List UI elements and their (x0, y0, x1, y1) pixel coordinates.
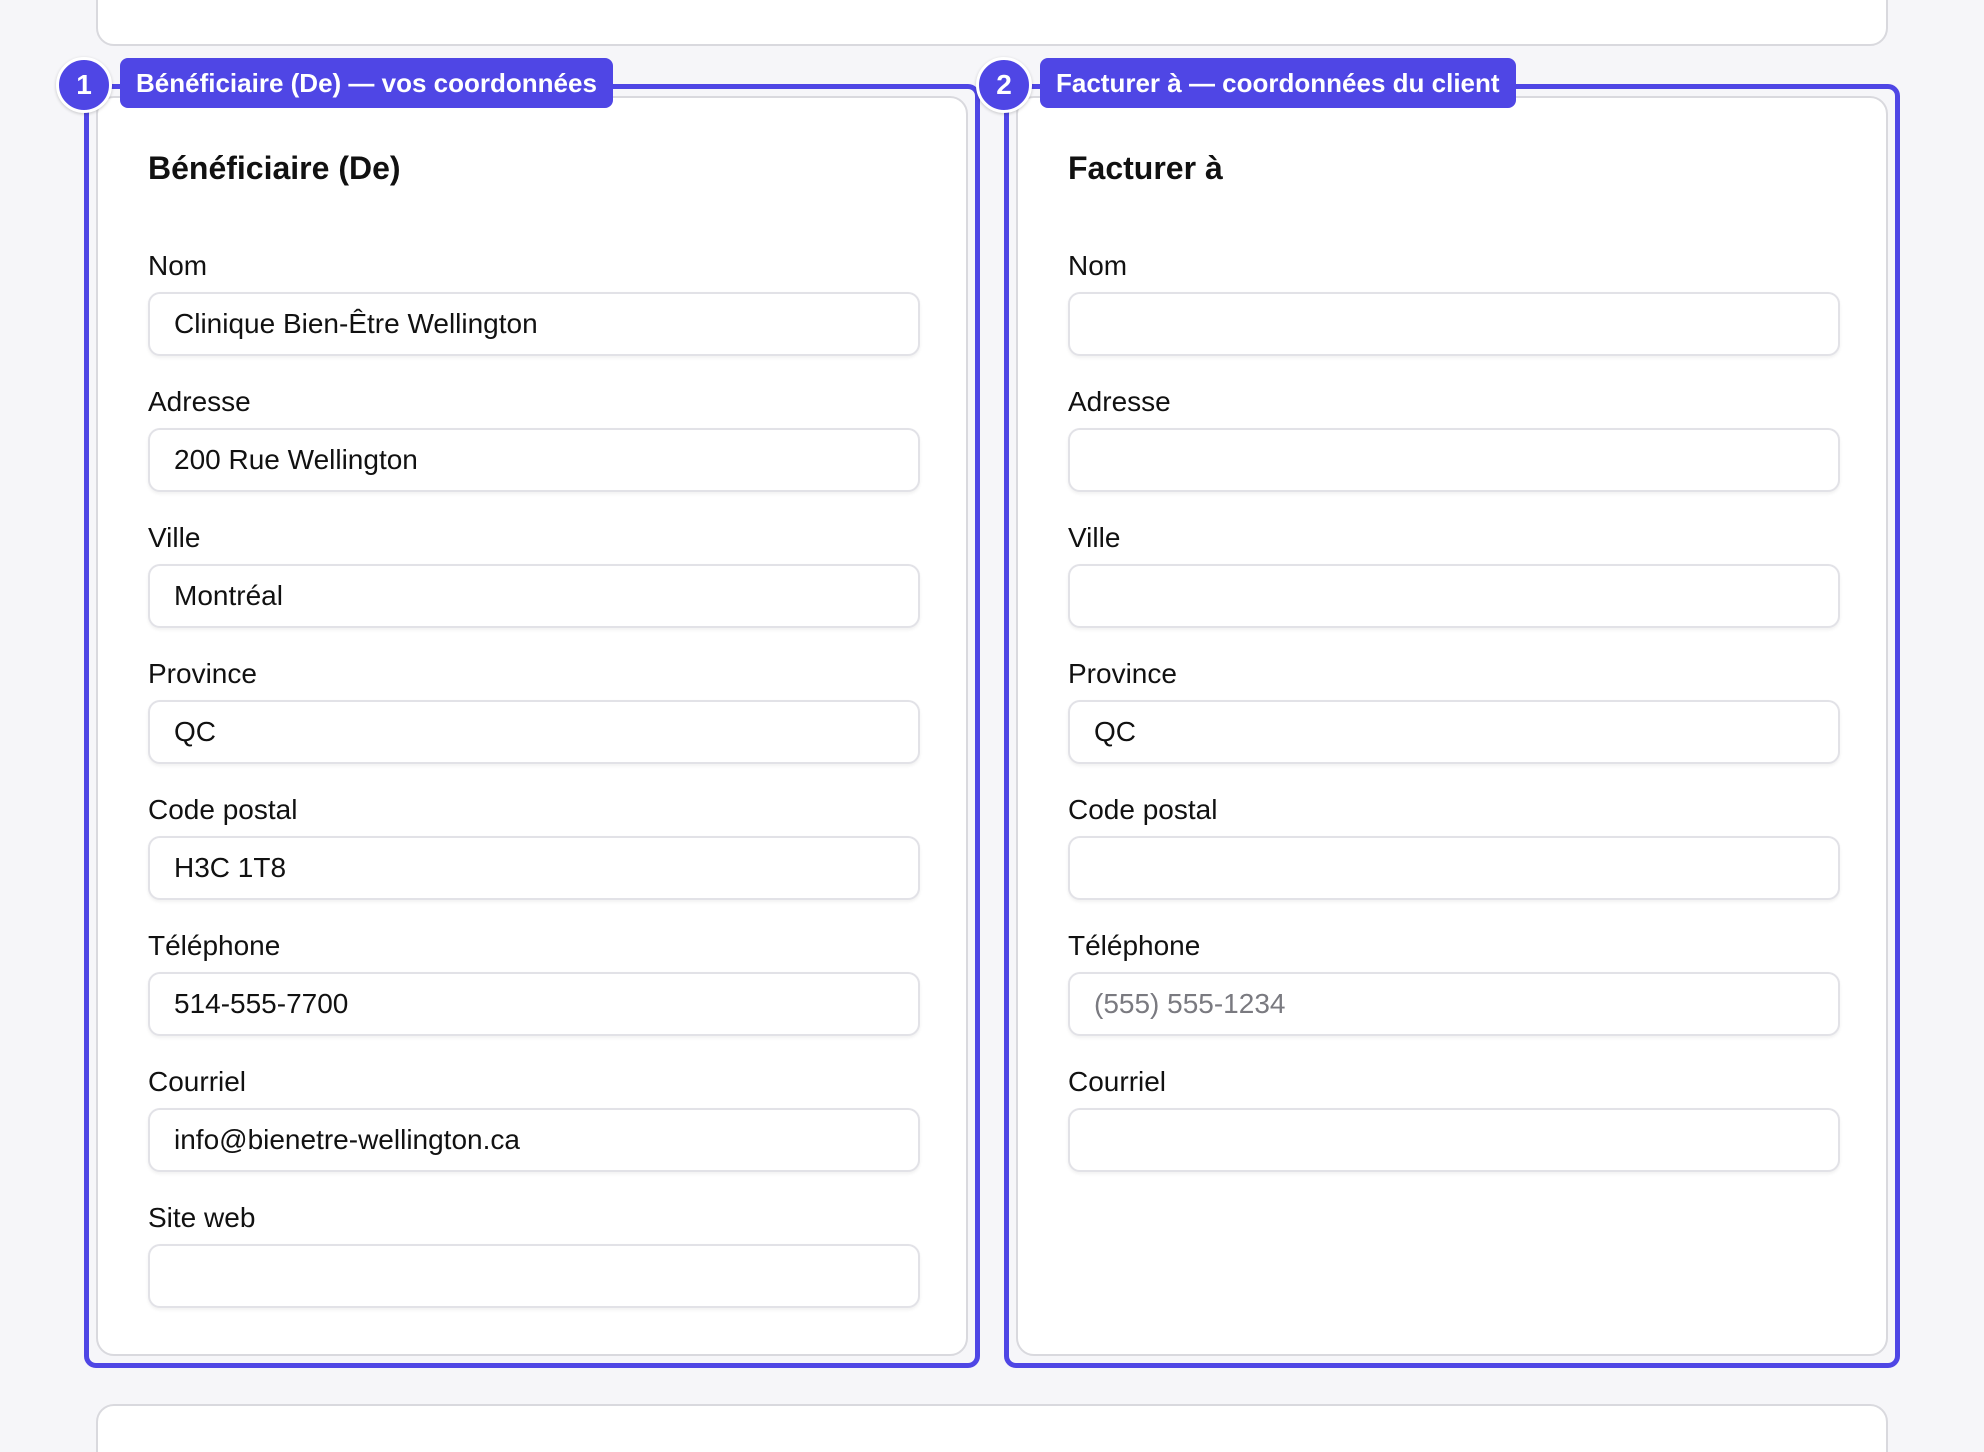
beneficiary-website-label: Site web (148, 1202, 256, 1233)
invoice-form-page: Bénéficiaire (De) Nom Adresse Ville Prov… (0, 0, 1984, 1452)
beneficiary-name-label: Nom (148, 250, 208, 281)
bill-to-name-input[interactable] (1068, 292, 1840, 356)
bill-to-address-label: Adresse (1068, 386, 1171, 417)
previous-section-card (96, 0, 1888, 46)
beneficiary-website-input[interactable] (148, 1244, 920, 1308)
beneficiary-callout-label: Bénéficiaire (De) — vos coordonnées (120, 58, 613, 108)
beneficiary-title: Bénéficiaire (De) (148, 150, 401, 186)
step-2-badge: 2 (976, 57, 1032, 113)
beneficiary-name-input[interactable] (148, 292, 920, 356)
bill-to-postal-code-input[interactable] (1068, 836, 1840, 900)
bill-to-address-input[interactable] (1068, 428, 1840, 492)
beneficiary-postal-code-input[interactable] (148, 836, 920, 900)
bill-to-postal-code-label: Code postal (1068, 794, 1218, 825)
beneficiary-province-input[interactable] (148, 700, 920, 764)
bill-to-phone-input[interactable] (1068, 972, 1840, 1036)
next-section-card (96, 1404, 1888, 1452)
beneficiary-address-input[interactable] (148, 428, 920, 492)
beneficiary-city-label: Ville (148, 522, 201, 553)
bill-to-card: Facturer à Nom Adresse Ville Province Co… (1016, 96, 1888, 1356)
beneficiary-province-label: Province (148, 658, 257, 689)
bill-to-phone-label: Téléphone (1068, 930, 1201, 961)
bill-to-email-label: Courriel (1068, 1066, 1167, 1097)
bill-to-province-input[interactable] (1068, 700, 1840, 764)
beneficiary-city-input[interactable] (148, 564, 920, 628)
bill-to-city-input[interactable] (1068, 564, 1840, 628)
beneficiary-card: Bénéficiaire (De) Nom Adresse Ville Prov… (96, 96, 968, 1356)
step-1-badge: 1 (56, 57, 112, 113)
bill-to-province-label: Province (1068, 658, 1177, 689)
beneficiary-postal-code-label: Code postal (148, 794, 298, 825)
beneficiary-email-input[interactable] (148, 1108, 920, 1172)
beneficiary-phone-label: Téléphone (148, 930, 281, 961)
beneficiary-email-label: Courriel (148, 1066, 247, 1097)
beneficiary-phone-input[interactable] (148, 972, 920, 1036)
bill-to-email-input[interactable] (1068, 1108, 1840, 1172)
bill-to-city-label: Ville (1068, 522, 1121, 553)
bill-to-title: Facturer à (1068, 150, 1223, 186)
beneficiary-address-label: Adresse (148, 386, 251, 417)
bill-to-callout-label: Facturer à — coordonnées du client (1040, 58, 1516, 108)
bill-to-name-label: Nom (1068, 250, 1128, 281)
